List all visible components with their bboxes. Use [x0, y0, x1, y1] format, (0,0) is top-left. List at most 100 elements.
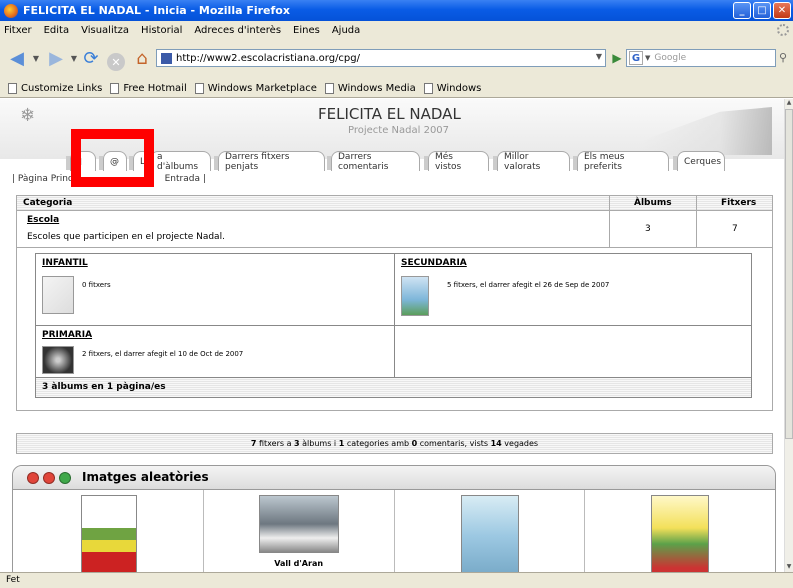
gallery-tabs: ▯ @ L a d'àlbums Darrers fitxers penjats…: [0, 149, 784, 175]
tab-search[interactable]: Cerques: [673, 151, 725, 171]
header-category: Categoria: [23, 198, 73, 208]
bookmark-windows[interactable]: Windows: [423, 82, 481, 94]
tab-latest-uploads[interactable]: Darrers fitxers penjats: [214, 151, 325, 172]
tab-most-viewed[interactable]: Més vistos: [424, 151, 489, 172]
random-image[interactable]: [651, 495, 710, 572]
random-image-caption: Vall d'Aran: [274, 559, 324, 568]
maximize-button[interactable]: □: [753, 2, 771, 19]
search-placeholder: Google: [654, 53, 687, 63]
snowflake-icon: ❄: [20, 105, 36, 126]
minimize-button[interactable]: _: [733, 2, 751, 19]
album-thumbnail[interactable]: [42, 346, 74, 374]
category-description: Escoles que participen en el projecte Na…: [27, 232, 225, 242]
url-dropdown-chevron-icon[interactable]: ▼: [596, 52, 602, 61]
menu-edita[interactable]: Edita: [44, 25, 70, 36]
menu-adreces[interactable]: Adreces d'interès: [194, 25, 281, 36]
home-icon[interactable]: ⌂: [131, 47, 153, 69]
stop-icon[interactable]: ✕: [105, 47, 127, 71]
maximize-dot-icon[interactable]: [59, 472, 71, 484]
category-table: Categoria Àlbums Fitxers Escola Escoles …: [16, 195, 773, 411]
header-files: Fitxers: [721, 198, 757, 208]
scroll-down-icon[interactable]: ▼: [785, 563, 793, 572]
window-controls: _ □ ✕: [733, 2, 791, 19]
bookmark-free-hotmail[interactable]: Free Hotmail: [110, 82, 187, 94]
tab-contact[interactable]: @: [99, 151, 127, 171]
tab-home-icon: ▯: [77, 156, 82, 167]
forward-history-chevron-icon[interactable]: ▼: [69, 47, 79, 69]
navigation-toolbar: ◀ ▼ ▶ ▼ ⟳ ✕ ⌂ http://www2.escolacristian…: [0, 39, 793, 79]
random-image[interactable]: [258, 495, 339, 553]
breadcrumb-home-link[interactable]: | Pàgina Princ: [12, 174, 73, 184]
page-icon: [8, 82, 17, 94]
album-link-primaria[interactable]: PRIMARIA: [42, 330, 92, 340]
search-engine-chevron-icon[interactable]: ▼: [645, 54, 650, 62]
menu-eines[interactable]: Eines: [293, 25, 320, 36]
window-titlebar: FELICITA EL NADAL - Inicia - Mozilla Fir…: [0, 0, 793, 21]
header-albums: Àlbums: [634, 198, 672, 208]
album-cell-secundaria: SECUNDARIA 5 fitxers, el darrer afegit e…: [395, 254, 751, 325]
scrollbar-thumb[interactable]: [785, 109, 793, 439]
close-dot-icon[interactable]: [27, 472, 39, 484]
album-thumbnail[interactable]: [42, 276, 74, 314]
category-link[interactable]: Escola: [27, 215, 59, 225]
random-image[interactable]: [81, 495, 137, 572]
album-count-footer: 3 àlbums en 1 pàgina/es: [36, 377, 751, 397]
page-scrollbar[interactable]: ▲ ▼: [784, 99, 793, 572]
window-title: FELICITA EL NADAL - Inicia - Mozilla Fir…: [23, 4, 290, 17]
tab-album-list[interactable]: a d'àlbums: [150, 151, 211, 172]
album-link-infantil[interactable]: INFANTIL: [42, 258, 88, 268]
album-thumbnail[interactable]: [401, 276, 429, 316]
close-button[interactable]: ✕: [773, 2, 791, 19]
back-history-chevron-icon[interactable]: ▼: [31, 47, 41, 69]
category-file-count: 7: [732, 224, 738, 234]
menu-historial[interactable]: Historial: [141, 25, 182, 36]
table-header: Categoria Àlbums Fitxers: [17, 196, 772, 211]
site-subtitle: Projecte Nadal 2007: [348, 125, 450, 136]
album-grid: INFANTIL 0 fitxers SECUNDARIA 5 fitxers,…: [35, 253, 752, 398]
bookmark-customize-links[interactable]: Customize Links: [8, 82, 102, 94]
search-box[interactable]: G ▼ Google: [626, 49, 776, 67]
random-images-title: Imatges aleatòries: [82, 470, 209, 484]
header-decoration: [642, 107, 772, 155]
album-info: 0 fitxers: [82, 281, 111, 289]
page-icon: [423, 82, 433, 94]
site-title: FELICITA EL NADAL: [318, 105, 461, 123]
bookmark-windows-marketplace[interactable]: Windows Marketplace: [194, 82, 317, 94]
album-info: 2 fitxers, el darrer afegit el 10 de Oct…: [82, 350, 244, 358]
breadcrumb: | Pàgina Princ Entrada |: [12, 174, 206, 184]
tab-home[interactable]: ▯: [66, 151, 96, 171]
forward-icon[interactable]: ▶: [44, 47, 68, 69]
tab-latest-comments[interactable]: Darrers comentaris: [327, 151, 420, 172]
tab-list[interactable]: L: [129, 151, 151, 171]
go-icon[interactable]: ▶: [610, 50, 624, 66]
menu-fitxer[interactable]: Fitxer: [4, 25, 32, 36]
url-bar[interactable]: http://www2.escolacristiana.org/cpg/ ▼: [156, 49, 606, 67]
random-images-header: Imatges aleatòries: [13, 466, 775, 490]
url-text: http://www2.escolacristiana.org/cpg/: [176, 52, 360, 64]
reload-icon[interactable]: ⟳: [80, 47, 102, 69]
album-cell-primaria: PRIMARIA 2 fitxers, el darrer afegit el …: [36, 326, 394, 377]
bookmark-windows-media[interactable]: Windows Media: [324, 82, 416, 94]
google-engine-icon[interactable]: G: [629, 51, 643, 65]
menu-ajuda[interactable]: Ajuda: [332, 25, 360, 36]
bookmarks-toolbar: Customize Links Free Hotmail Windows Mar…: [0, 79, 793, 98]
menu-visualitza[interactable]: Visualitza: [81, 25, 129, 36]
random-image[interactable]: [460, 495, 519, 572]
stat-views: 14: [490, 439, 502, 448]
random-image-cell: [585, 490, 775, 572]
scroll-up-icon[interactable]: ▲: [785, 99, 793, 108]
status-text: Fet: [6, 575, 20, 585]
tab-top-rated[interactable]: Millor valorats: [493, 151, 570, 172]
tab-favorites[interactable]: Els meus preferits: [573, 151, 669, 172]
random-image-cell: [395, 490, 586, 572]
album-link-secundaria[interactable]: SECUNDARIA: [401, 258, 467, 268]
random-images-panel: Imatges aleatòries Vall d'Aran: [12, 465, 776, 572]
back-icon[interactable]: ◀: [4, 47, 30, 69]
magnifier-icon[interactable]: ⚲: [779, 51, 787, 64]
table-row: Escola Escoles que participen en el proj…: [17, 211, 772, 248]
page-content: ❄ FELICITA EL NADAL Projecte Nadal 2007 …: [0, 99, 784, 572]
breadcrumb-login-link[interactable]: Entrada |: [165, 174, 206, 184]
menu-bar: Fitxer Edita Visualitza Historial Adrece…: [0, 21, 793, 39]
minimize-dot-icon[interactable]: [43, 472, 55, 484]
category-album-count: 3: [645, 224, 651, 234]
